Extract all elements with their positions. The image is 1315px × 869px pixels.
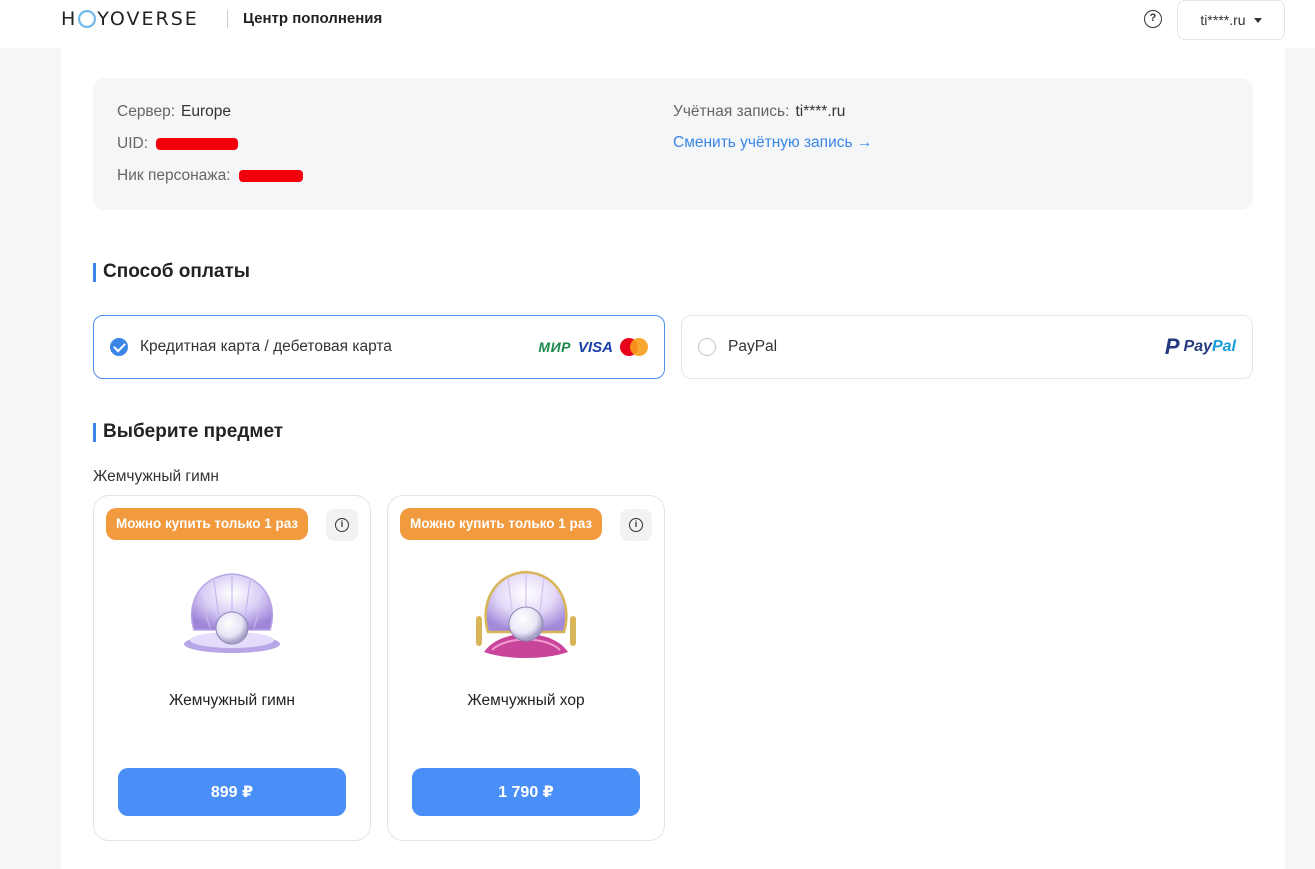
card-brands: МИР VISA (538, 338, 648, 356)
uid-redaction (156, 137, 238, 150)
server-value: Europe (181, 103, 232, 120)
visa-logo: VISA (577, 338, 613, 356)
payment-option-label: Кредитная карта / дебетовая карта (140, 338, 392, 355)
radio-checked-icon[interactable] (110, 338, 128, 356)
pearl-shell-icon (184, 573, 280, 653)
payment-option-card[interactable]: Кредитная карта / дебетовая карта МИР VI… (93, 315, 665, 379)
payment-option-paypal[interactable]: PayPal P PayPal (681, 315, 1253, 379)
top-bar: H YOVERSE Центр пополнения ? ti****.ru (0, 0, 1315, 48)
pearl-shell-gold-icon (476, 570, 576, 658)
logo-divider (227, 10, 228, 28)
uid-label: UID: (117, 135, 148, 152)
mastercard-logo (620, 338, 648, 356)
purchase-limit-badge: Можно купить только 1 раз (400, 508, 603, 540)
uid-row: UID: (117, 135, 238, 153)
item-name: Жемчужный хор (467, 692, 585, 709)
server-row: Сервер: Europe (117, 103, 231, 121)
account-label: Учётная запись: (673, 103, 790, 120)
nick-row: Ник персонажа: (117, 167, 303, 185)
account-menu-label: ti****.ru (1200, 12, 1246, 28)
server-label: Сервер: (117, 103, 176, 120)
info-icon: i (629, 518, 643, 532)
item-info-button[interactable]: i (620, 509, 652, 541)
purchase-limit-badge: Можно купить только 1 раз (106, 508, 309, 540)
main-panel: Сервер: Europe UID: Ник персонажа: Учётна… (61, 48, 1285, 869)
item-card[interactable]: Можно купить только 1 раз i Жемчужный ги… (93, 495, 371, 841)
account-value: ti****.ru (795, 103, 846, 120)
paypal-logo: P PayPal (1164, 334, 1236, 359)
item-card[interactable]: Можно купить только 1 раз i Жемчужный хо… (387, 495, 665, 841)
switch-account-link[interactable]: Сменить учётную запись → (673, 134, 872, 152)
buy-button[interactable]: 1 790 ₽ (412, 768, 640, 816)
radio-unchecked-icon[interactable] (698, 338, 716, 356)
buy-button[interactable]: 899 ₽ (118, 768, 346, 816)
help-icon[interactable]: ? (1144, 10, 1162, 28)
hoyoverse-logo[interactable]: H YOVERSE (61, 8, 199, 30)
item-info-button[interactable]: i (326, 509, 358, 541)
mir-logo: МИР (538, 339, 571, 355)
nick-label: Ник персонажа: (117, 167, 231, 184)
account-row: Учётная запись: ti****.ru (673, 103, 845, 121)
items-section-title: Выберите предмет (93, 421, 283, 443)
paypal-p-icon: P (1164, 334, 1180, 359)
info-icon: i (335, 518, 349, 532)
item-name: Жемчужный гимн (169, 692, 295, 709)
nick-redaction (238, 169, 303, 182)
account-menu-button[interactable]: ti****.ru (1177, 0, 1285, 40)
payment-option-label: PayPal (728, 338, 778, 355)
page-title: Центр пополнения (243, 10, 383, 27)
payment-section-title: Способ оплаты (93, 261, 250, 283)
account-info-box: Сервер: Europe UID: Ник персонажа: Учётна… (93, 78, 1253, 210)
caret-down-icon (1253, 17, 1262, 23)
logo-ring-icon (78, 10, 97, 28)
item-group-label: Жемчужный гимн (93, 468, 219, 485)
